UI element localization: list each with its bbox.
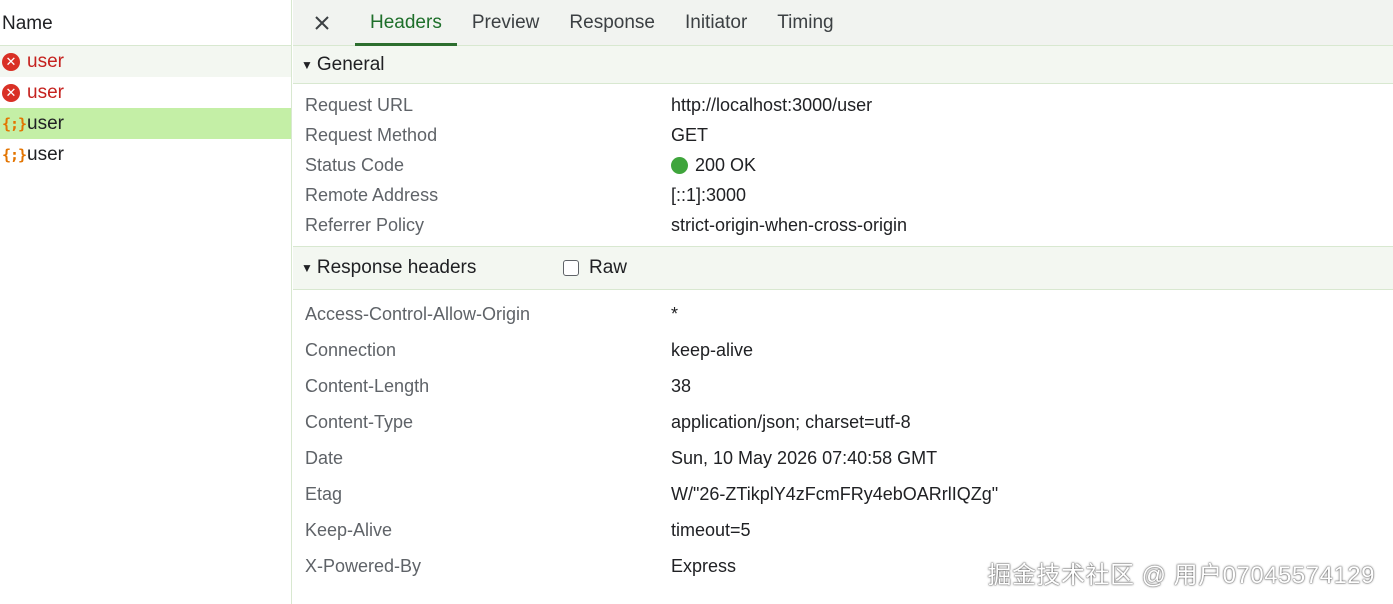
- request-name: user: [27, 81, 64, 103]
- close-button[interactable]: [311, 1, 333, 45]
- header-key: Access-Control-Allow-Origin: [305, 303, 531, 324]
- response-header-row: Content-Length 38: [293, 368, 1393, 404]
- header-value: Express: [671, 555, 737, 576]
- header-key: Referrer Policy: [305, 214, 425, 235]
- request-name: user: [27, 143, 64, 165]
- request-name: user: [27, 50, 64, 72]
- header-value: GET: [671, 124, 709, 145]
- close-icon: [315, 16, 329, 30]
- request-row[interactable]: ✕ user: [0, 46, 291, 77]
- status-ok-dot-icon: [671, 156, 688, 174]
- status-value: 200 OK: [671, 155, 756, 176]
- raw-label: Raw: [589, 257, 628, 278]
- header-key: Etag: [305, 483, 343, 504]
- header-value: keep-alive: [671, 339, 754, 360]
- tab-initiator[interactable]: Initiator: [670, 1, 762, 45]
- fetch-icon: {;}: [2, 145, 27, 164]
- general-row-request-method: Request Method GET: [293, 120, 1393, 150]
- response-header-row: Connection keep-alive: [293, 332, 1393, 368]
- general-row-remote-address: Remote Address [::1]:3000: [293, 180, 1393, 210]
- response-header-row: Etag W/"26-ZTikplY4zFcmFRy4ebOARrlIQZg": [293, 476, 1393, 512]
- error-icon: ✕: [2, 83, 20, 102]
- header-key: Status Code: [305, 154, 405, 175]
- response-headers-title: Response headers: [316, 257, 477, 278]
- response-header-row: X-Powered-By Express: [293, 548, 1393, 584]
- header-key: Remote Address: [305, 184, 439, 205]
- response-header-row: Date Sun, 10 May 2026 07:40:58 GMT: [293, 440, 1393, 476]
- tab-headers[interactable]: Headers: [355, 1, 457, 46]
- tab-preview[interactable]: Preview: [457, 1, 555, 45]
- tab-response[interactable]: Response: [554, 1, 670, 45]
- header-value: timeout=5: [671, 519, 751, 540]
- header-key: Content-Length: [305, 375, 430, 396]
- general-row-request-url: Request URL http://localhost:3000/user: [293, 90, 1393, 120]
- response-header-row: Keep-Alive timeout=5: [293, 512, 1393, 548]
- general-section-title: General: [316, 53, 385, 75]
- header-value: strict-origin-when-cross-origin: [671, 214, 908, 235]
- request-list-pane: Name ✕ user ✕ user {;} user {;} user: [0, 0, 292, 604]
- request-row[interactable]: {;} user: [0, 139, 291, 170]
- general-row-referrer-policy: Referrer Policy strict-origin-when-cross…: [293, 210, 1393, 240]
- request-name: user: [27, 112, 64, 134]
- response-headers-toggle[interactable]: ▼ Response headers: [301, 257, 563, 279]
- general-section-body: Request URL http://localhost:3000/user R…: [293, 84, 1393, 246]
- raw-toggle[interactable]: Raw: [563, 257, 627, 279]
- request-row-selected[interactable]: {;} user: [0, 108, 291, 139]
- tab-timing[interactable]: Timing: [762, 1, 848, 45]
- header-key: Content-Type: [305, 411, 414, 432]
- response-headers-section-header: ▼ Response headers Raw: [293, 246, 1393, 290]
- header-value: 38: [671, 375, 692, 396]
- header-value: [::1]:3000: [671, 184, 747, 205]
- header-value: application/json; charset=utf-8: [671, 411, 911, 432]
- general-row-status-code: Status Code 200 OK: [293, 150, 1393, 180]
- header-value: http://localhost:3000/user: [671, 94, 873, 115]
- raw-checkbox[interactable]: [563, 260, 579, 276]
- header-key: Date: [305, 447, 344, 468]
- header-key: Request URL: [305, 94, 414, 115]
- header-key: X-Powered-By: [305, 555, 422, 576]
- request-row[interactable]: ✕ user: [0, 77, 291, 108]
- details-tabbar: Headers Preview Response Initiator Timin…: [293, 0, 1393, 46]
- header-value: 200 OK: [695, 154, 757, 175]
- triangle-down-icon: ▼: [301, 57, 313, 72]
- name-column-header[interactable]: Name: [0, 0, 291, 46]
- triangle-down-icon: ▼: [301, 261, 313, 275]
- header-key: Request Method: [305, 124, 438, 145]
- response-header-row: Access-Control-Allow-Origin *: [293, 296, 1393, 332]
- general-section-toggle[interactable]: ▼ General: [293, 46, 1393, 84]
- header-value: Sun, 10 May 2026 07:40:58 GMT: [671, 447, 938, 468]
- header-value: *: [671, 303, 679, 324]
- header-key: Connection: [305, 339, 397, 360]
- header-value: W/"26-ZTikplY4zFcmFRy4ebOARrlIQZg": [671, 483, 999, 504]
- response-headers-body: Access-Control-Allow-Origin * Connection…: [293, 290, 1393, 584]
- request-details-pane: Headers Preview Response Initiator Timin…: [293, 0, 1393, 604]
- header-key: Keep-Alive: [305, 519, 393, 540]
- fetch-icon: {;}: [2, 114, 27, 133]
- error-icon: ✕: [2, 52, 20, 71]
- response-header-row: Content-Type application/json; charset=u…: [293, 404, 1393, 440]
